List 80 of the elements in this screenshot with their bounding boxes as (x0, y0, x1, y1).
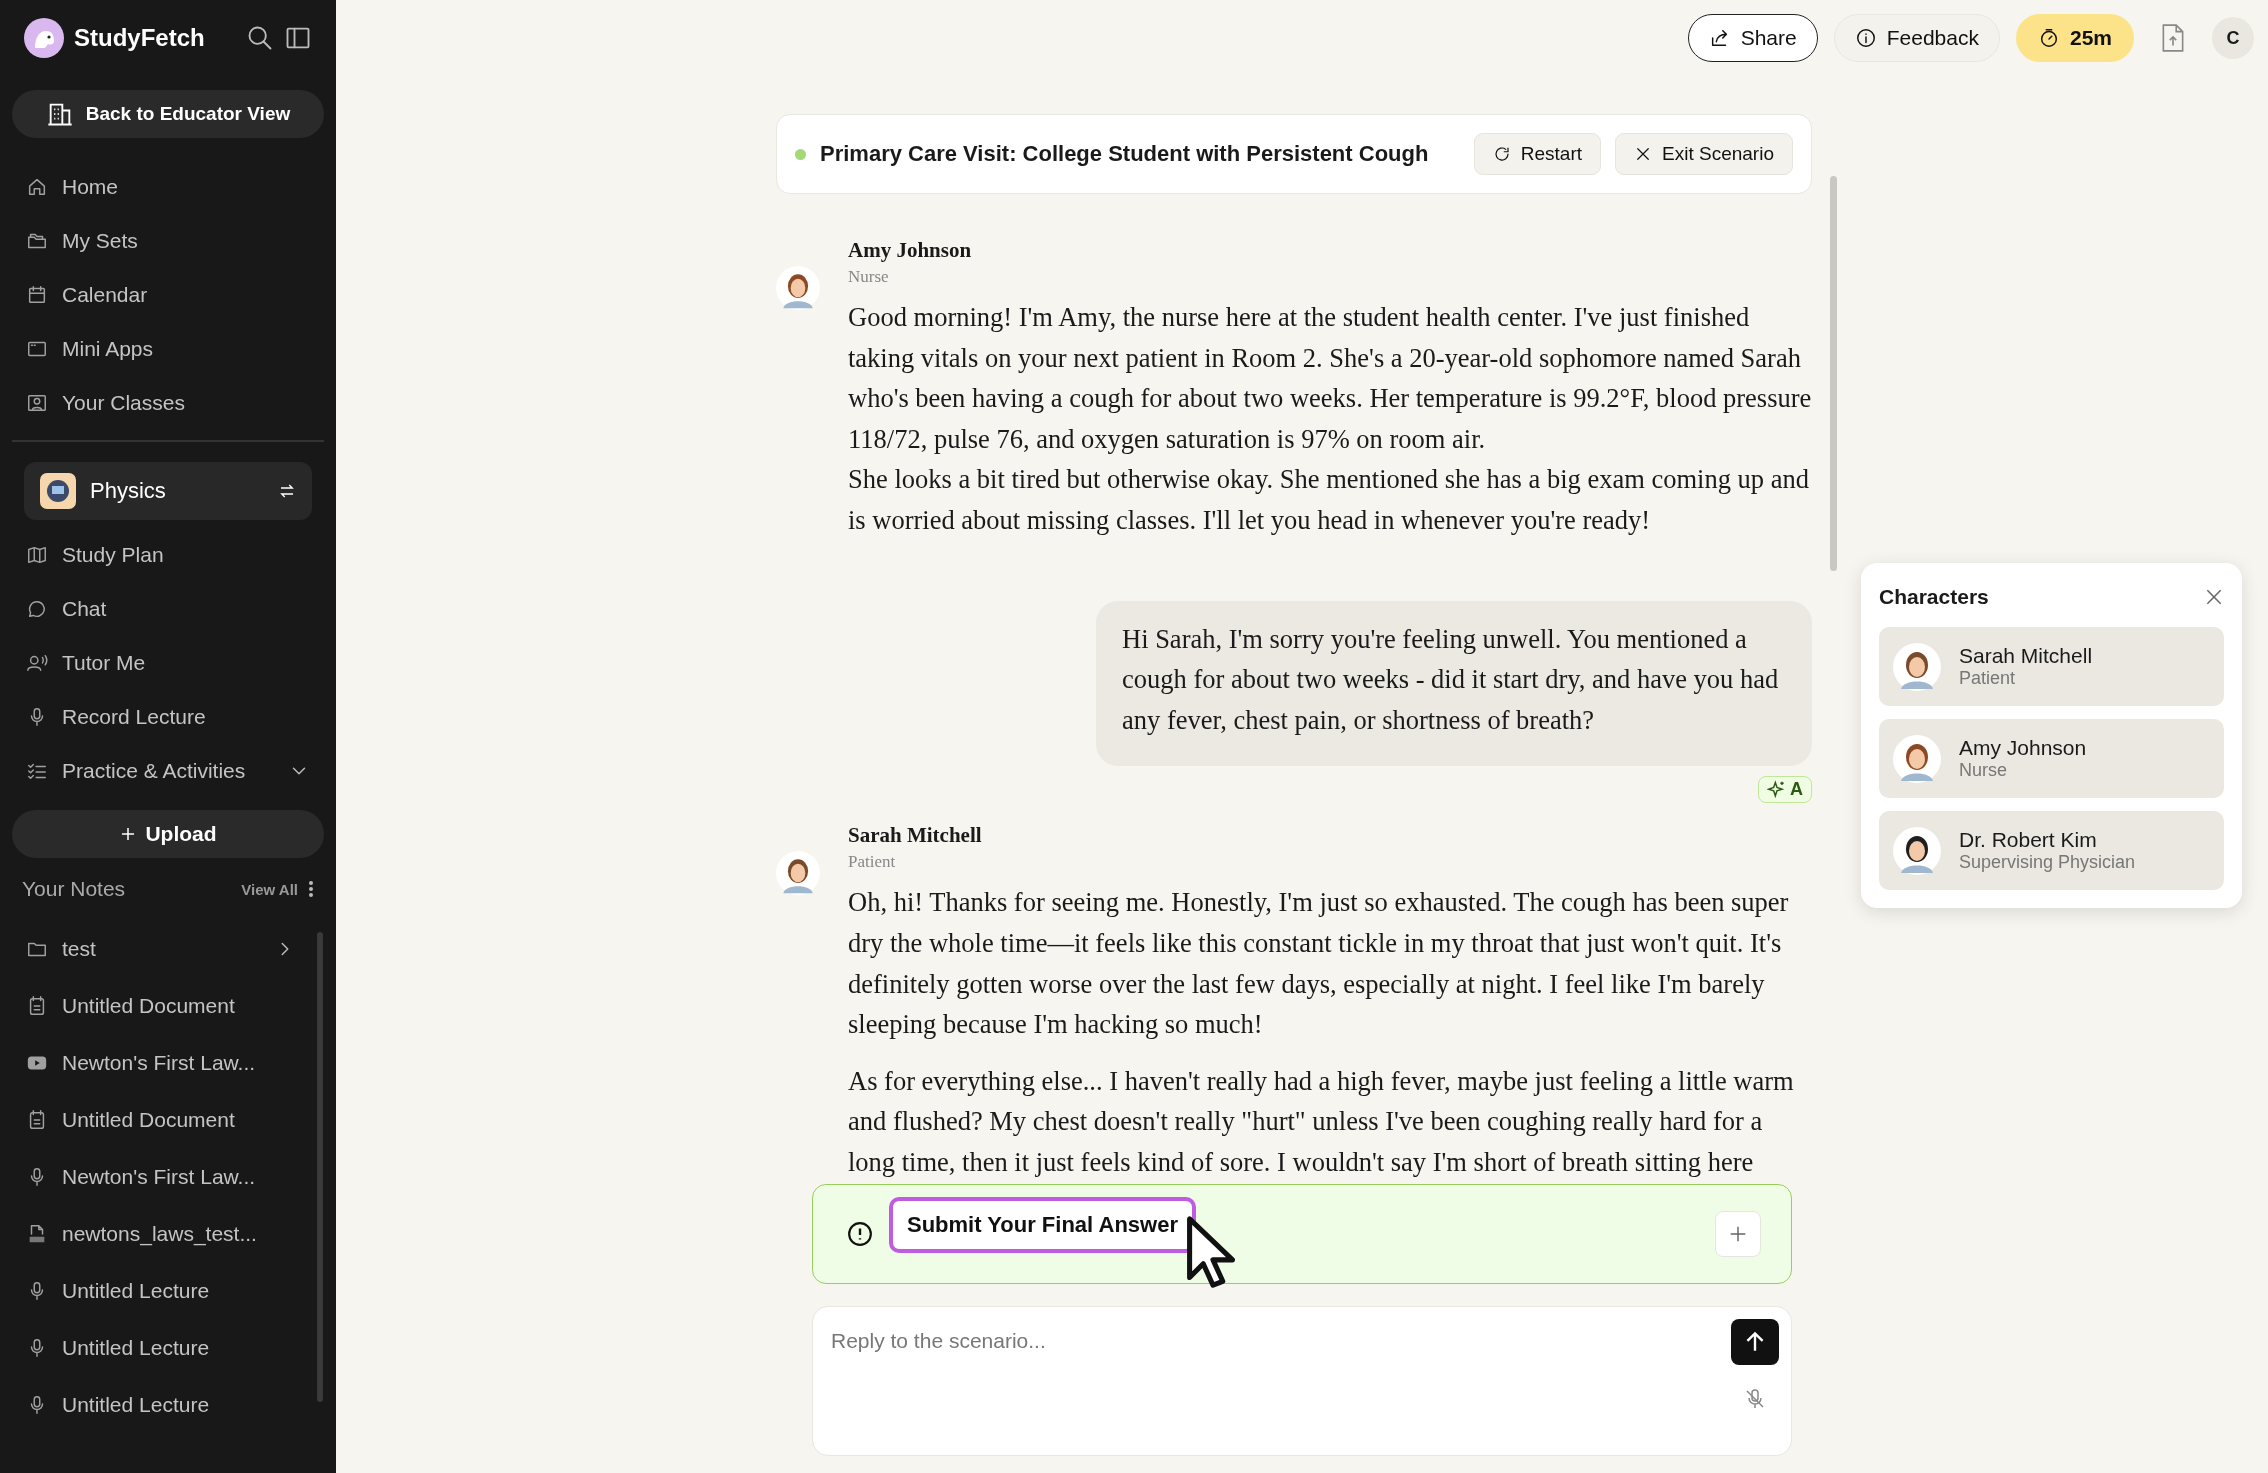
timer-badge: 25m (2015, 14, 2134, 62)
submit-answer-button[interactable]: Submit Your Final Answer (889, 1197, 1196, 1253)
speaker-role: Nurse (848, 267, 890, 287)
nav-item[interactable]: Home (12, 160, 324, 214)
character-role: Nurse (1959, 760, 2008, 781)
section-heading: Your Notes (22, 877, 127, 901)
feedback-button[interactable]: Feedback (1833, 14, 2000, 62)
note-item[interactable]: test (12, 920, 310, 977)
alert-icon (847, 1221, 873, 1247)
upload-button[interactable]: Upload (12, 810, 324, 858)
chat-bubble-icon (26, 598, 48, 620)
character-name: Amy Johnson (1959, 736, 2087, 760)
scenario-title: Primary Care Visit: College Student with Persistent Cough (820, 141, 1430, 167)
view-all-link[interactable]: View All (241, 880, 298, 898)
panel-title: Characters (1879, 585, 1989, 609)
message-text: Oh, hi! Thanks for seeing me. Honestly, I'm just so exhausted. The cough has been super dry the whole time—it feels like this constant tickle in my throat that just won't quit. It's definitely gotten worse over the last few days, especially at night. I feel like I'm barely sleeping because I'm hacking so much! (848, 886, 1790, 1042)
character-card[interactable]: Sarah Mitchell Patient (1879, 627, 2224, 706)
person-speaking-icon (26, 652, 48, 674)
avatar (1893, 642, 1941, 691)
search-icon[interactable] (246, 24, 274, 52)
nav-item[interactable]: My Sets (12, 214, 324, 268)
note-item[interactable]: Untitled Lecture (12, 1319, 310, 1376)
note-item[interactable]: Newton's First Law... (12, 1148, 310, 1205)
home-icon (26, 176, 48, 198)
calendar-icon (26, 284, 48, 306)
file-upload-icon[interactable] (2160, 23, 2186, 53)
exit-button[interactable]: Exit Scenario (1615, 133, 1793, 175)
classroom-icon (26, 392, 48, 414)
nav-item[interactable]: Study Plan (12, 528, 324, 582)
character-role: Patient (1959, 668, 2017, 689)
message-text: Hi Sarah, I'm sorry you're feeling unwell. You mentioned a cough for about two weeks - did it start dry, and have you had any fever, chest pain, or shortness of breath? (1122, 622, 1780, 737)
map-icon (26, 544, 48, 566)
note-item[interactable]: newtons_laws_test... (12, 1205, 310, 1262)
reply-field[interactable]: Reply to the scenario... (825, 1319, 1731, 1363)
restart-button[interactable]: Restart (1473, 133, 1602, 175)
share-button[interactable]: Share (1687, 14, 1818, 62)
swap-icon[interactable] (278, 482, 296, 500)
nav-item[interactable]: Calendar (12, 268, 324, 322)
back-button[interactable]: Back to Educator View (12, 90, 324, 138)
avatar (776, 851, 820, 896)
character-card[interactable]: Amy Johnson Nurse (1879, 719, 2224, 798)
nav-item[interactable]: Record Lecture (12, 690, 324, 744)
nav-item[interactable]: Your Classes (12, 376, 324, 430)
user-avatar[interactable]: C (2212, 17, 2254, 59)
speaker-name: Sarah Mitchell (848, 823, 983, 849)
more-icon[interactable] (308, 880, 314, 898)
avatar (1893, 826, 1941, 875)
sparkle-icon (1767, 779, 1787, 800)
character-name: Dr. Robert Kim (1959, 828, 2098, 852)
message-text: Good morning! I'm Amy, the nurse here at the student health center. I've just finished taking vitals on your next patient in Room 2. She's a 20-year-old sophomore named Sarah who's been having a cough for about two weeks. Her temperature is 99.2°F, blood pressure 118/72, pulse 76, and oxygen saturation is 97% on room air. She looks a bit tired but otherwise okay. She mentioned she has a big exam coming up and is worried about missing classes. I'll let you head in whenever you're ready! (848, 301, 1812, 537)
course-icon (40, 473, 76, 509)
refresh-icon (1492, 145, 1511, 163)
brand-name: StudyFetch (74, 24, 206, 52)
avatar (1893, 734, 1941, 783)
close-icon[interactable] (2204, 587, 2224, 607)
character-card[interactable]: Dr. Robert Kim Supervising Physician (1879, 811, 2224, 890)
character-role: Supervising Physician (1959, 852, 2136, 873)
send-button[interactable] (1731, 1319, 1779, 1365)
nav-item[interactable]: Practice & Activities (12, 744, 324, 798)
grade-badge: A (1758, 776, 1812, 804)
speaker-role: Patient (848, 852, 897, 873)
nav-item[interactable]: Mini Apps (12, 322, 324, 376)
reply-box[interactable]: Reply to the scenario... (812, 1306, 1792, 1456)
note-item[interactable]: Untitled Lecture (12, 1376, 310, 1433)
add-button[interactable] (1715, 1211, 1761, 1257)
note-item[interactable]: Untitled Document (12, 1091, 310, 1148)
course-switcher[interactable]: Physics (24, 462, 312, 520)
note-item[interactable]: Untitled Document (12, 977, 310, 1034)
avatar (776, 266, 820, 310)
scrollbar[interactable] (1829, 176, 1837, 571)
info-icon (1854, 27, 1877, 49)
note-item[interactable]: Newton's First Law... (12, 1034, 310, 1091)
logo-icon (24, 18, 64, 58)
scrollbar[interactable] (317, 932, 323, 1402)
nav-item[interactable]: Tutor Me (12, 636, 324, 690)
message-text: As for everything else... I haven't really had a high fever, maybe just feeling a little warm and flushed? My chest doesn't really "hurt" unless I've been coughing really hard for a long time, then it just feels kind of sore. I wouldn't say I'm short of breath sitting here (848, 1064, 1795, 1179)
note-item[interactable]: Untitled Lecture (12, 1262, 310, 1319)
nav-item[interactable]: Chat (12, 582, 324, 636)
character-name: Sarah Mitchell (1959, 644, 2093, 668)
speaker-name: Amy Johnson (848, 238, 973, 263)
